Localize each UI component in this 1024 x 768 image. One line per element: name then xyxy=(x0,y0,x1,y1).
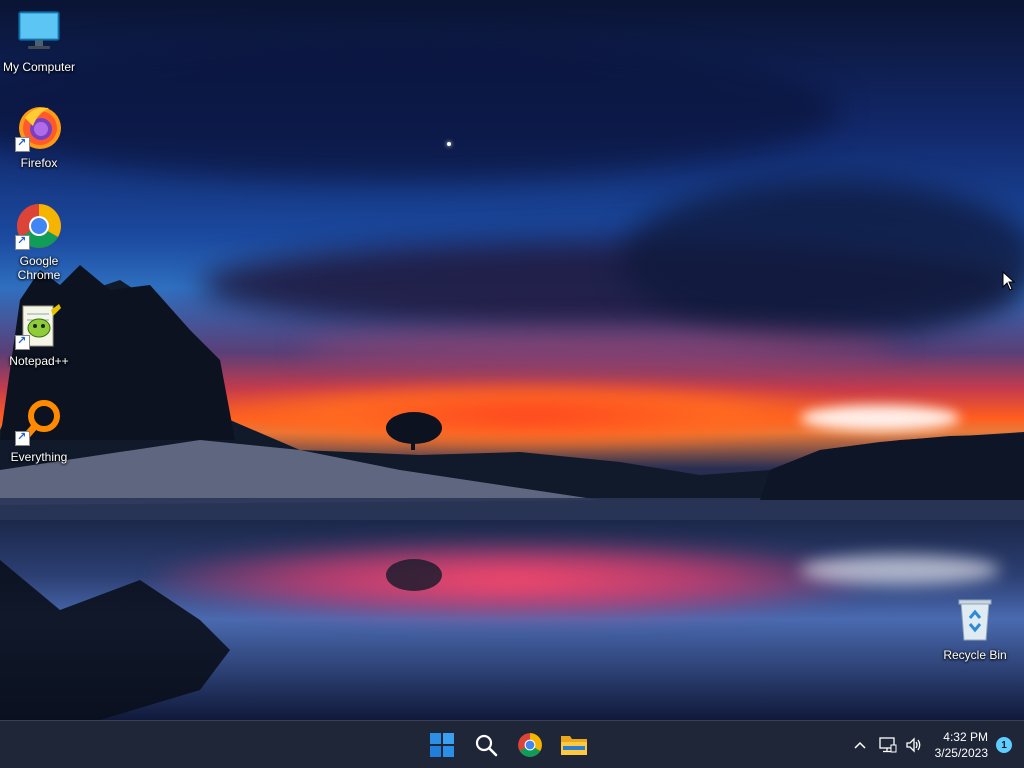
desktop-icon-label: My Computer xyxy=(2,60,76,74)
everything-search-icon xyxy=(15,398,63,446)
desktop-icon-notepadpp[interactable]: Notepad++ xyxy=(1,302,77,368)
desktop-icon-label: Notepad++ xyxy=(9,354,69,368)
system-tray: 4:32 PM 3/25/2023 1 xyxy=(845,721,1024,768)
start-button[interactable] xyxy=(424,727,460,763)
clock-date: 3/25/2023 xyxy=(934,746,988,760)
desktop-icon-everything[interactable]: Everything xyxy=(1,398,77,464)
chrome-icon xyxy=(518,733,542,757)
clock-button[interactable]: 4:32 PM 3/25/2023 xyxy=(927,729,996,761)
desktop-icon-label: Google Chrome xyxy=(17,254,61,282)
monitor-icon xyxy=(15,8,63,56)
file-explorer-button[interactable] xyxy=(556,727,592,763)
shortcut-arrow-icon xyxy=(15,430,30,446)
show-hidden-icons-button[interactable] xyxy=(845,721,875,768)
taskbar: 4:32 PM 3/25/2023 1 xyxy=(0,720,1024,768)
notification-badge[interactable]: 1 xyxy=(996,737,1012,753)
desktop-icon-label: Firefox xyxy=(20,156,58,170)
desktop-icon-firefox[interactable]: Firefox xyxy=(1,104,77,170)
recycle-bin-icon xyxy=(951,596,999,644)
volume-button[interactable] xyxy=(901,721,927,768)
taskbar-chrome-button[interactable] xyxy=(512,727,548,763)
desktop-icon-recycle-bin[interactable]: Recycle Bin xyxy=(937,596,1013,662)
shortcut-arrow-icon xyxy=(15,234,30,250)
mouse-cursor-icon xyxy=(1002,271,1016,291)
desktop-icon-google-chrome[interactable]: Google Chrome xyxy=(1,202,77,282)
desktop-wallpaper xyxy=(0,0,1024,720)
search-icon xyxy=(475,734,498,757)
firefox-icon xyxy=(15,104,63,152)
network-icon xyxy=(878,737,897,753)
windows-start-icon xyxy=(430,733,454,757)
desktop-icon-label: Recycle Bin xyxy=(943,648,1007,662)
chevron-up-icon xyxy=(854,741,866,749)
desktop-icon-label: Everything xyxy=(10,450,68,464)
desktop-icon-my-computer[interactable]: My Computer xyxy=(1,8,77,74)
folder-icon xyxy=(561,736,587,755)
shortcut-arrow-icon xyxy=(15,136,30,152)
shortcut-arrow-icon xyxy=(15,334,30,350)
taskbar-pinned-apps xyxy=(424,721,592,768)
notepadpp-icon xyxy=(15,302,63,350)
clock-time: 4:32 PM xyxy=(943,730,988,744)
search-button[interactable] xyxy=(468,727,504,763)
network-button[interactable] xyxy=(875,721,901,768)
chrome-icon xyxy=(15,202,63,250)
volume-icon xyxy=(905,737,921,753)
